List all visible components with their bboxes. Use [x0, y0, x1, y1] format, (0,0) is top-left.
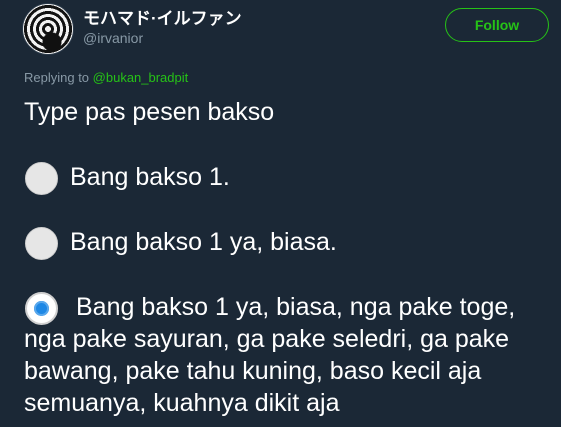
poll-option-label: Bang bakso 1 ya, biasa, nga pake toge, n… [24, 293, 516, 417]
poll-option-3: Bang bakso 1 ya, biasa, nga pake toge, n… [24, 291, 556, 419]
replying-to-line: Replying to @bukan_bradpit [24, 70, 188, 85]
poll-option-label: Bang bakso 1. [70, 163, 230, 191]
poll-option-label: Bang bakso 1 ya, biasa. [70, 228, 337, 256]
radio-selected-icon [25, 292, 58, 325]
poll-option-1: Bang bakso 1. [24, 161, 556, 195]
author-display-name[interactable]: モハマド·イルファン [83, 4, 242, 29]
tweet-intro-text: Type pas pesen bakso [24, 98, 275, 126]
radio-unselected-icon [25, 162, 58, 195]
replying-to-mention-link[interactable]: @bukan_bradpit [93, 70, 189, 85]
avatar[interactable] [22, 3, 74, 55]
follow-button[interactable]: Follow [445, 8, 549, 42]
author-handle[interactable]: @irvanior [83, 30, 143, 46]
radio-unselected-icon [25, 227, 58, 260]
poll-option-2: Bang bakso 1 ya, biasa. [24, 226, 556, 260]
tweet-card: モハマド·イルファン @irvanior Follow Replying to … [0, 0, 561, 427]
replying-to-prefix: Replying to [24, 70, 93, 85]
